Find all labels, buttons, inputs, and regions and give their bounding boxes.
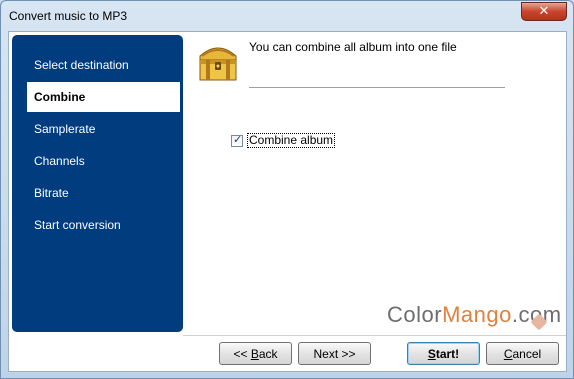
heading-divider [249, 87, 505, 88]
back-button-access-key: B [250, 346, 259, 361]
window-title: Convert music to MP3 [9, 9, 128, 23]
next-button-label: Next >> [313, 346, 356, 361]
combine-album-checkbox[interactable]: ✓ [231, 132, 243, 147]
combine-album-label[interactable]: Combine album [247, 133, 336, 148]
combine-album-option[interactable]: ✓ Combine album [231, 132, 336, 148]
back-button-prefix: << [233, 346, 251, 361]
treasure-chest-icon [199, 47, 237, 81]
step-start-conversion[interactable]: Start conversion [12, 210, 183, 240]
footer-divider [183, 335, 566, 336]
start-button[interactable]: Start! [407, 342, 480, 365]
start-button-rest: tart! [435, 346, 460, 361]
cancel-button-access-key: C [503, 346, 513, 361]
back-button-rest: ack [258, 346, 278, 361]
step-select-destination[interactable]: Select destination [12, 50, 183, 80]
cancel-button[interactable]: Cancel [486, 342, 559, 365]
step-bitrate[interactable]: Bitrate [12, 178, 183, 208]
watermark-part: Color [387, 302, 443, 327]
next-button[interactable]: Next >> [298, 342, 371, 365]
start-button-access-key: S [427, 346, 436, 361]
close-button[interactable]: ✕ [521, 2, 567, 21]
watermark-part: Mango [442, 302, 512, 327]
title-bar[interactable]: Convert music to MP3 ✕ [1, 1, 573, 31]
back-button[interactable]: << Back [219, 342, 292, 365]
close-icon: ✕ [538, 4, 550, 19]
wizard-steps-sidebar: Select destination Combine Samplerate Ch… [12, 35, 183, 332]
step-combine[interactable]: Combine [27, 82, 180, 112]
step-samplerate[interactable]: Samplerate [12, 114, 183, 144]
app-window: Convert music to MP3 ✕ Select destinatio… [0, 0, 574, 379]
check-icon: ✓ [233, 132, 243, 146]
step-description: You can combine all album into one file [249, 40, 457, 54]
wizard-panel: Select destination Combine Samplerate Ch… [8, 31, 567, 372]
step-channels[interactable]: Channels [12, 146, 183, 176]
cancel-button-rest: ancel [512, 346, 542, 361]
